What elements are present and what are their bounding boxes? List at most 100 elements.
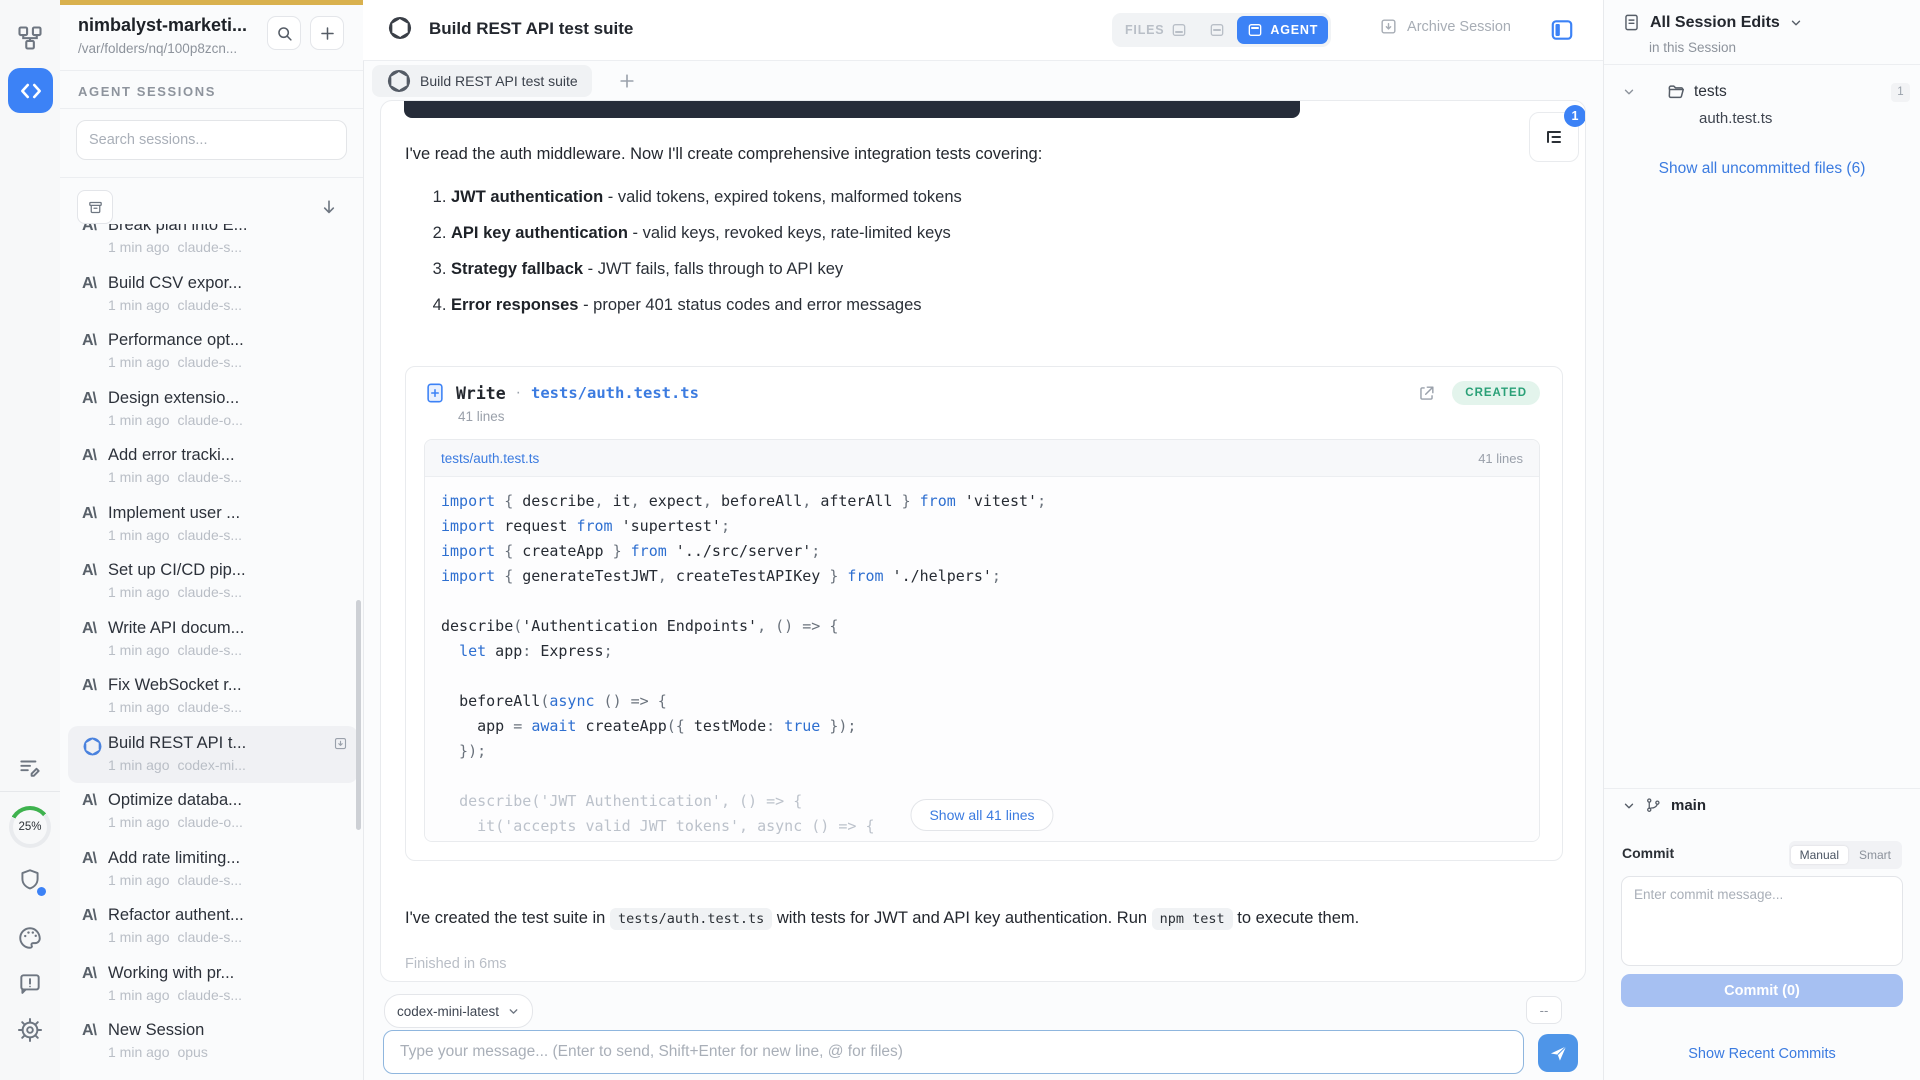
show-uncommitted-link[interactable]: Show all uncommitted files (6) [1604, 160, 1920, 178]
show-recent-commits-link[interactable]: Show Recent Commits [1604, 1046, 1920, 1062]
session-title: Working with pr... [108, 964, 242, 983]
session-item[interactable]: A\Add error tracki...1 min agoclaude-s..… [68, 438, 358, 496]
session-model: claude-s... [177, 699, 242, 715]
commit-mode-smart[interactable]: Smart [1850, 846, 1900, 864]
session-item[interactable]: A\Working with pr...1 min agoclaude-s... [68, 956, 358, 1014]
commit-mode-manual[interactable]: Manual [1791, 846, 1848, 864]
session-model: claude-o... [177, 814, 242, 830]
message-input[interactable] [383, 1030, 1524, 1074]
new-tab-button[interactable] [615, 69, 639, 93]
code-line [441, 589, 1523, 614]
session-item[interactable]: A\Set up CI/CD pip...1 min agoclaude-s..… [68, 553, 358, 611]
branch-selector[interactable]: main [1622, 797, 1706, 814]
commit-mode-toggle: Manual Smart [1789, 841, 1902, 869]
session-item[interactable]: A\Write API docum...1 min agoclaude-s... [68, 611, 358, 669]
session-model: claude-s... [177, 987, 242, 1003]
session-item[interactable]: A\New Session1 min agoopus [68, 1013, 358, 1071]
anthropic-logo-icon: A\ [82, 792, 108, 810]
model-name: codex-mini-latest [397, 1004, 499, 1019]
archive-filter-button[interactable] [77, 190, 113, 224]
session-item[interactable]: A\Implement user ...1 min agoclaude-s... [68, 496, 358, 554]
separator-dot: · [516, 384, 521, 402]
anthropic-logo-icon: A\ [82, 447, 108, 465]
edits-scope-dropdown[interactable]: All Session Edits [1622, 13, 1803, 32]
commit-button[interactable]: Commit (0) [1621, 974, 1903, 1007]
session-title: Break plan into E... [108, 224, 247, 235]
open-external-button[interactable] [1417, 384, 1436, 403]
main-panel: Build REST API test suite FILES [363, 0, 1603, 1080]
session-time: 1 min ago [108, 699, 169, 715]
session-meta: 1 min agoclaude-o... [108, 412, 243, 428]
new-session-button[interactable] [310, 16, 344, 50]
shield-icon[interactable] [12, 862, 48, 898]
sidebar-divider [60, 177, 363, 178]
anthropic-logo-icon: A\ [82, 224, 108, 235]
session-model: claude-s... [177, 872, 242, 888]
view-toggle-agent[interactable]: AGENT [1237, 16, 1328, 44]
workspace-title: nimbalyst-marketi... [78, 15, 258, 36]
session-title: Build REST API t... [108, 734, 246, 753]
session-title: Add rate limiting... [108, 849, 242, 868]
anthropic-logo-icon: A\ [82, 850, 108, 868]
feedback-icon[interactable] [12, 966, 48, 1002]
session-item[interactable]: A\Performance opt...1 min agoclaude-s... [68, 323, 358, 381]
session-model: claude-o... [177, 412, 242, 428]
compose-notes-icon[interactable] [12, 750, 48, 786]
code-panel-filename: tests/auth.test.ts [441, 451, 539, 466]
sidebar-scrollbar[interactable] [356, 600, 361, 830]
archive-session-button[interactable]: Archive Session [1379, 17, 1511, 36]
model-selector[interactable]: codex-mini-latest [384, 994, 533, 1028]
usage-progress-ring[interactable]: 25% [9, 806, 51, 848]
panel-divider [1604, 788, 1920, 789]
session-meta: 1 min agoclaude-s... [108, 469, 242, 485]
folder-name: tests [1694, 83, 1727, 101]
tab-build-rest-api[interactable]: Build REST API test suite [372, 65, 592, 97]
workspace-path: /var/folders/nq/100p8zcn... [78, 41, 268, 56]
archive-session-icon[interactable] [333, 736, 348, 751]
sidebar-divider [60, 108, 363, 109]
session-item[interactable]: Build REST API t...1 min agocodex-mi... [68, 726, 358, 784]
view-toggle-files[interactable]: FILES [1115, 16, 1197, 44]
session-model: claude-s... [177, 469, 242, 485]
session-model: claude-s... [177, 527, 242, 543]
session-meta: 1 min agoclaude-s... [108, 642, 244, 658]
commit-message-input[interactable] [1621, 876, 1903, 966]
written-file-link[interactable]: tests/auth.test.ts [531, 384, 699, 402]
search-button[interactable] [267, 16, 301, 50]
tree-folder-tests[interactable]: tests 1 [1604, 76, 1920, 108]
code-workspace-icon[interactable] [8, 68, 53, 113]
document-icon [1622, 13, 1641, 32]
search-sessions-input[interactable] [76, 120, 347, 160]
settings-gear-icon[interactable] [12, 1012, 48, 1048]
session-item[interactable]: A\Design extensio...1 min agoclaude-o... [68, 381, 358, 439]
send-button[interactable] [1538, 1034, 1578, 1072]
code-panel-header: tests/auth.test.ts 41 lines [425, 440, 1539, 477]
session-item[interactable]: A\Refactor authent...1 min agoclaude-s..… [68, 898, 358, 956]
sort-descending-button[interactable] [315, 193, 343, 221]
composer-overflow-button[interactable]: -- [1526, 996, 1562, 1024]
toggle-right-panel-button[interactable] [1547, 15, 1577, 45]
session-item[interactable]: A\Break plan into E...1 min agoclaude-s.… [68, 224, 358, 266]
external-link-icon [1417, 384, 1436, 403]
view-toggle-split[interactable] [1199, 16, 1235, 44]
anthropic-logo-icon: A\ [82, 505, 108, 523]
archive-box-icon [87, 199, 104, 216]
session-edits-panel: All Session Edits in this Session tests … [1603, 0, 1920, 1080]
inline-code-chip: npm test [1152, 908, 1233, 930]
workspaces-icon[interactable] [12, 20, 48, 56]
session-time: 1 min ago [108, 527, 169, 543]
session-meta: 1 min agoclaude-o... [108, 814, 243, 830]
session-title: Build REST API test suite [429, 19, 633, 39]
session-title: Set up CI/CD pip... [108, 561, 246, 580]
theme-palette-icon[interactable] [12, 920, 48, 956]
tool-action-label: Write [456, 384, 506, 403]
paper-plane-icon [1549, 1044, 1568, 1063]
session-item[interactable]: A\Add rate limiting...1 min agoclaude-s.… [68, 841, 358, 899]
session-item[interactable]: A\Fix WebSocket r...1 min agoclaude-s... [68, 668, 358, 726]
session-item[interactable]: A\Optimize databa...1 min agoclaude-o... [68, 783, 358, 841]
code-line: import { generateTestJWT, createTestAPIK… [441, 564, 1523, 589]
code-panel-line-count: 41 lines [1478, 451, 1523, 466]
tree-file-auth-test[interactable]: auth.test.ts [1699, 110, 1772, 127]
session-item[interactable]: A\Build CSV expor...1 min agoclaude-s... [68, 266, 358, 324]
show-all-lines-button[interactable]: Show all 41 lines [910, 799, 1053, 831]
